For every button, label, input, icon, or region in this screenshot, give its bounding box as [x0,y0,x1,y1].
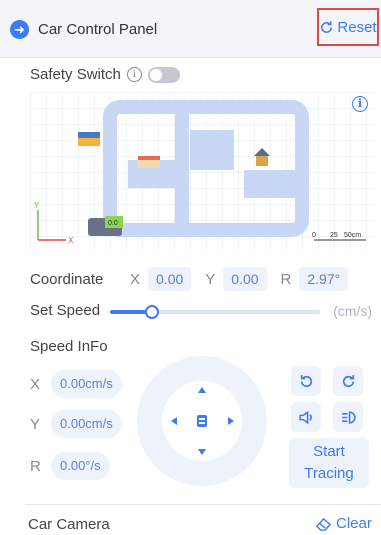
arrow-up-icon[interactable] [198,387,206,393]
speed-y-label: Y [30,415,41,433]
arrow-right-small-icon[interactable] [228,417,234,425]
speed-unit: (cm/s) [333,303,372,319]
start-tracing-button[interactable]: Start Tracing [289,438,369,488]
track-map[interactable]: 0.0 Y X 0 25 50cm [30,92,376,250]
track-block-right [244,170,296,198]
horn-button[interactable] [291,402,321,432]
direction-joystick[interactable] [137,356,267,486]
eraser-icon [315,517,332,531]
speed-x-row: X 0.00cm/s [30,370,122,398]
rotate-left-button[interactable] [291,366,321,396]
start-tracing-line1: Start [313,443,345,460]
refresh-icon [321,20,333,33]
robot-icon [197,415,207,427]
headlight-icon [341,410,356,424]
map-info-icon[interactable]: i [352,96,368,112]
coord-r-label: R [280,270,292,288]
rotate-right-button[interactable] [333,366,363,396]
speed-y-row: Y 0.00cm/s [30,410,122,438]
safety-switch-label: Safety Switch [30,66,121,83]
arrow-left-icon[interactable] [171,417,177,425]
arrow-right-icon[interactable]: ➜ [10,20,29,39]
coord-y-value: 0.00 [223,267,267,291]
clear-button[interactable]: Clear [315,515,372,532]
building-shop [138,156,160,168]
coordinate-label: Coordinate [30,270,104,288]
speed-slider-track[interactable] [110,305,320,319]
reset-button[interactable]: Reset [317,8,379,46]
speed-x-label: X [30,375,41,393]
horn-icon [298,410,312,424]
header-bar: ➜ Car Control Panel Reset [0,0,381,58]
speed-r-row: R 0.00°/s [30,452,110,480]
reset-label: Reset [337,18,377,36]
start-tracing-line2: Tracing [304,465,354,482]
speed-info-title: Speed InFo [30,338,108,355]
rotate-right-icon [342,374,354,387]
svg-text:50cm: 50cm [344,232,361,239]
car-camera-label: Car Camera [28,516,110,533]
svg-text:X: X [68,236,74,245]
divider [25,504,381,505]
set-speed-row: Set Speed (cm/s) [30,302,376,322]
car-marker: 0.0 [88,216,123,236]
coord-y-label: Y [205,270,216,288]
coord-x-label: X [130,270,141,288]
set-speed-label: Set Speed [30,302,101,319]
safety-switch-row: Safety Switch i [30,66,180,83]
safety-toggle[interactable] [147,66,180,83]
track-block-center [190,130,234,170]
svg-text:0: 0 [312,232,316,239]
svg-text:25: 25 [330,232,338,239]
coord-x-value: 0.00 [148,267,192,291]
speed-r-value: 0.00°/s [51,452,110,480]
clear-label: Clear [336,515,372,532]
arrow-down-icon[interactable] [198,449,206,455]
building-bus-stop [78,132,100,146]
svg-text:0.0: 0.0 [108,220,118,227]
speed-slider-knob[interactable] [145,305,159,319]
speed-x-value: 0.00cm/s [51,370,122,398]
speed-y-value: 0.00cm/s [51,410,122,438]
headlight-button[interactable] [333,402,363,432]
coord-r-value: 2.97° [299,267,349,291]
coordinate-row: Coordinate X 0.00 Y 0.00 R 2.97° [30,266,349,292]
info-icon[interactable]: i [126,67,142,82]
rotate-left-icon [300,374,312,387]
panel-title: Car Control Panel [38,21,158,38]
svg-text:Y: Y [34,201,40,210]
speed-r-label: R [30,457,41,475]
